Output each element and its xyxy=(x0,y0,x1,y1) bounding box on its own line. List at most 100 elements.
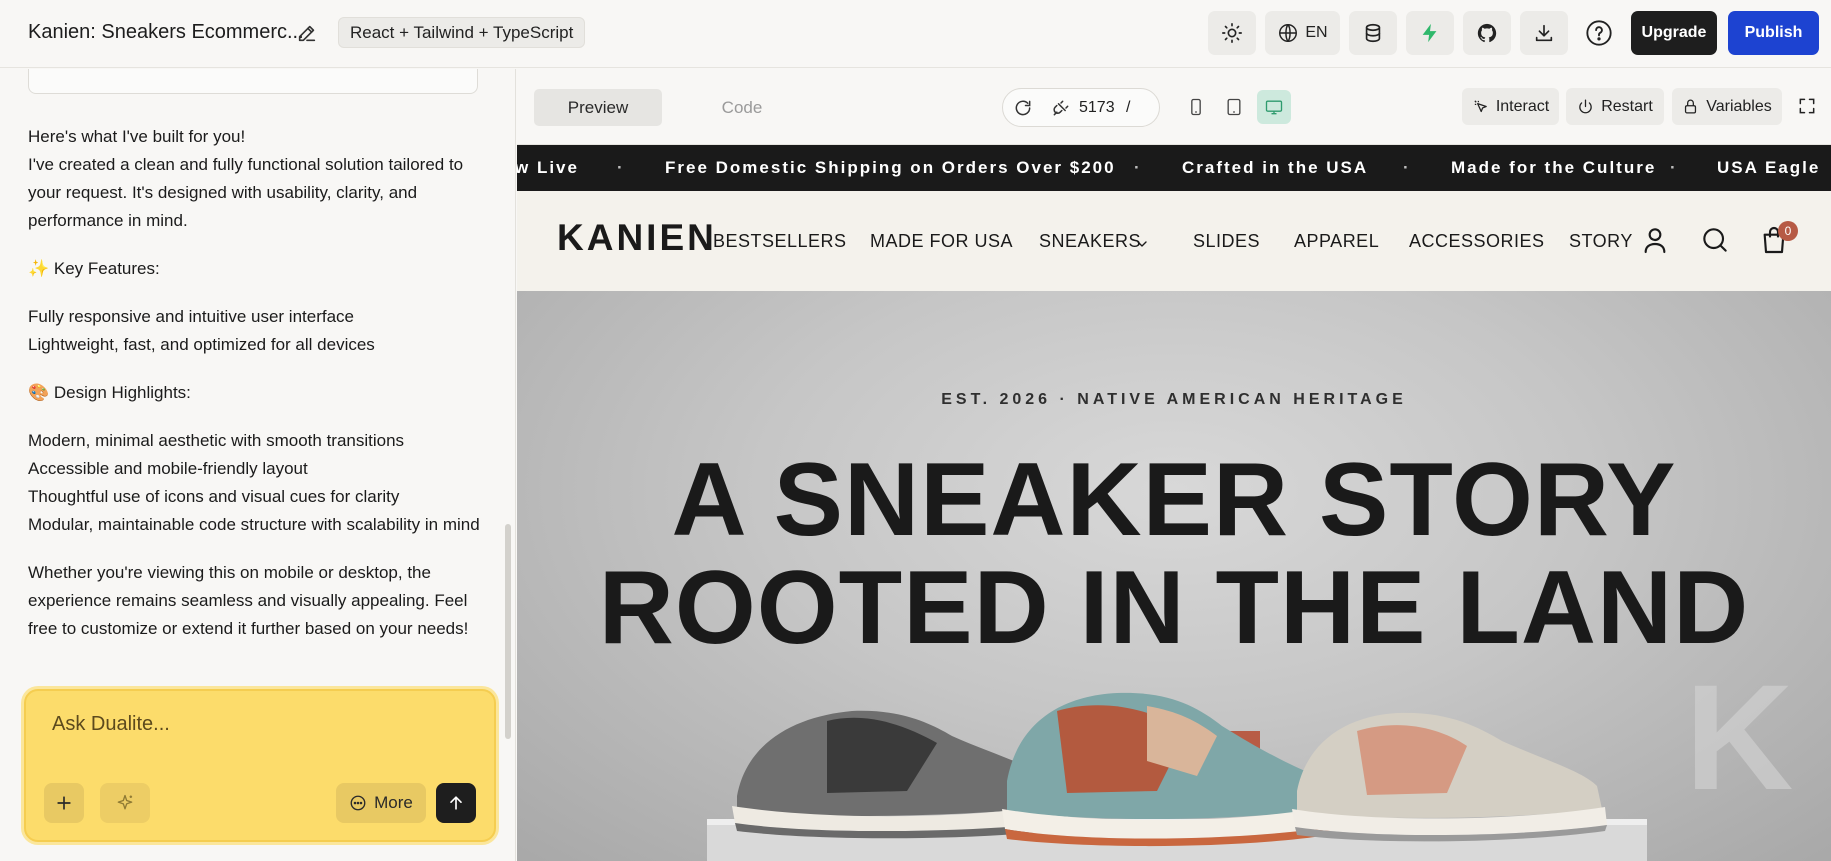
language-label: EN xyxy=(1305,24,1328,41)
power-icon xyxy=(1579,99,1592,114)
sneaker-beige xyxy=(1292,712,1607,842)
fullscreen-button[interactable] xyxy=(1790,89,1824,123)
intro-heading: Here's what I've built for you! xyxy=(28,127,246,146)
monitor-icon xyxy=(1265,100,1283,115)
help-button[interactable] xyxy=(1577,11,1621,55)
cursor-click-icon xyxy=(1474,100,1487,113)
nav-link-accessories[interactable]: ACCESSORIES xyxy=(1409,231,1545,252)
assistant-message: Here's what I've built for you! I've cre… xyxy=(28,123,498,663)
closing-text: Whether you're viewing this on mobile or… xyxy=(28,563,469,638)
site-preview: w Live · Free Domestic Shipping on Order… xyxy=(517,145,1831,861)
ticker-dot: · xyxy=(617,158,625,177)
ticker-item: USA Eagle xyxy=(1717,158,1821,177)
ticker-dot: · xyxy=(1670,158,1678,177)
nav-link-story[interactable]: STORY xyxy=(1569,231,1633,252)
upgrade-button[interactable]: Upgrade xyxy=(1631,11,1717,55)
prompt-input[interactable]: Ask Dualite... xyxy=(52,713,170,736)
project-title[interactable]: Kanien: Sneakers Ecommerc... xyxy=(28,21,304,44)
preview-toolbar: Preview Code 5173 / Interact Restart Var… xyxy=(517,69,1831,145)
site-logo[interactable]: KANIEN xyxy=(557,217,717,259)
chat-panel: Here's what I've built for you! I've cre… xyxy=(0,69,516,861)
tablet-icon xyxy=(1227,98,1241,116)
tab-code[interactable]: Code xyxy=(692,89,792,126)
desktop-view-button[interactable] xyxy=(1257,90,1291,124)
ticker-item: Crafted in the USA xyxy=(1182,158,1369,177)
supabase-button[interactable] xyxy=(1406,11,1454,55)
announcement-ticker: w Live · Free Domestic Shipping on Order… xyxy=(517,145,1831,191)
variables-button[interactable]: Variables xyxy=(1672,88,1782,125)
help-icon xyxy=(1586,20,1612,46)
ticker-dot: · xyxy=(1134,158,1142,177)
bolt-icon xyxy=(1422,23,1437,43)
list-item: Fully responsive and intuitive user inte… xyxy=(28,307,354,326)
hero-eyebrow: EST. 2026 · NATIVE AMERICAN HERITAGE xyxy=(941,391,1407,408)
database-button[interactable] xyxy=(1349,11,1397,55)
hero-section: EST. 2026 · NATIVE AMERICAN HERITAGE A S… xyxy=(517,291,1831,861)
publish-button[interactable]: Publish xyxy=(1728,11,1819,55)
tab-preview[interactable]: Preview xyxy=(534,89,662,126)
plus-icon xyxy=(57,796,71,810)
site-navbar: KANIEN BESTSELLERS MADE FOR USA SNEAKERS… xyxy=(517,191,1831,291)
pencil-icon[interactable] xyxy=(296,22,318,44)
list-item: Thoughtful use of icons and visual cues … xyxy=(28,487,400,506)
prompt-box[interactable]: Ask Dualite... More xyxy=(24,689,496,842)
hero-sneakers-image xyxy=(707,692,1647,861)
nav-link-bestsellers[interactable]: BESTSELLERS xyxy=(713,231,847,252)
url-bar[interactable]: 5173 / xyxy=(1002,88,1160,127)
chat-bubble-icon xyxy=(350,795,366,811)
refresh-icon[interactable] xyxy=(1013,98,1033,118)
plug-icon xyxy=(1053,100,1069,116)
intro-body: I've created a clean and fully functiona… xyxy=(28,155,464,230)
restart-button[interactable]: Restart xyxy=(1566,88,1664,125)
mobile-view-button[interactable] xyxy=(1179,90,1213,124)
ticker-item: Free Domestic Shipping on Orders Over $2… xyxy=(665,158,1116,177)
enhance-prompt-button[interactable] xyxy=(100,783,150,823)
sun-icon xyxy=(1222,23,1242,43)
chevron-down-icon[interactable] xyxy=(1134,236,1150,252)
previous-message-card xyxy=(28,69,478,94)
url-path[interactable]: / xyxy=(1126,99,1130,117)
hero-title-line: ROOTED IN THE LAND xyxy=(598,550,1750,666)
hero-watermark: K xyxy=(1685,653,1794,821)
design-highlights-title: 🎨 Design Highlights: xyxy=(28,383,191,402)
top-bar: Kanien: Sneakers Ecommerc... React + Tai… xyxy=(0,0,1831,68)
lock-icon xyxy=(1685,99,1697,114)
list-item: Modern, minimal aesthetic with smooth tr… xyxy=(28,431,405,450)
nav-link-made-for-usa[interactable]: MADE FOR USA xyxy=(870,231,1013,252)
arrow-up-icon xyxy=(450,796,462,810)
restart-label: Restart xyxy=(1601,97,1653,115)
ticker-dot: · xyxy=(1403,158,1411,177)
nav-link-slides[interactable]: SLIDES xyxy=(1193,231,1260,252)
github-button[interactable] xyxy=(1463,11,1511,55)
nav-link-apparel[interactable]: APPAREL xyxy=(1294,231,1379,252)
attach-button[interactable] xyxy=(44,783,84,823)
search-icon[interactable] xyxy=(1699,224,1731,256)
theme-toggle-button[interactable] xyxy=(1208,11,1256,55)
chat-scrollbar[interactable] xyxy=(505,524,511,739)
more-label: More xyxy=(374,793,413,812)
interact-button[interactable]: Interact xyxy=(1462,88,1559,125)
ticker-item: w Live xyxy=(517,158,579,177)
port-number: 5173 xyxy=(1079,99,1115,116)
github-icon xyxy=(1477,23,1497,43)
phone-icon xyxy=(1191,98,1201,116)
send-button[interactable] xyxy=(436,783,476,823)
hero-title: A SNEAKER STORY ROOTED IN THE LAND xyxy=(517,446,1831,662)
user-icon[interactable] xyxy=(1639,224,1671,256)
stack-badge: React + Tailwind + TypeScript xyxy=(338,17,586,48)
language-button[interactable]: EN xyxy=(1265,11,1340,55)
list-item: Accessible and mobile-friendly layout xyxy=(28,459,308,478)
globe-icon xyxy=(1279,24,1298,42)
sneaker-teal xyxy=(1002,692,1331,847)
cart-count-badge: 0 xyxy=(1778,221,1798,241)
download-icon xyxy=(1535,24,1553,42)
database-icon xyxy=(1365,23,1381,43)
more-button[interactable]: More xyxy=(336,783,426,823)
tablet-view-button[interactable] xyxy=(1217,90,1251,124)
interact-label: Interact xyxy=(1495,97,1550,115)
ticker-item: Made for the Culture xyxy=(1451,158,1657,177)
download-button[interactable] xyxy=(1520,11,1568,55)
nav-link-sneakers[interactable]: SNEAKERS xyxy=(1039,231,1141,252)
variables-label: Variables xyxy=(1706,97,1772,115)
hero-title-line: A SNEAKER STORY xyxy=(671,442,1677,558)
